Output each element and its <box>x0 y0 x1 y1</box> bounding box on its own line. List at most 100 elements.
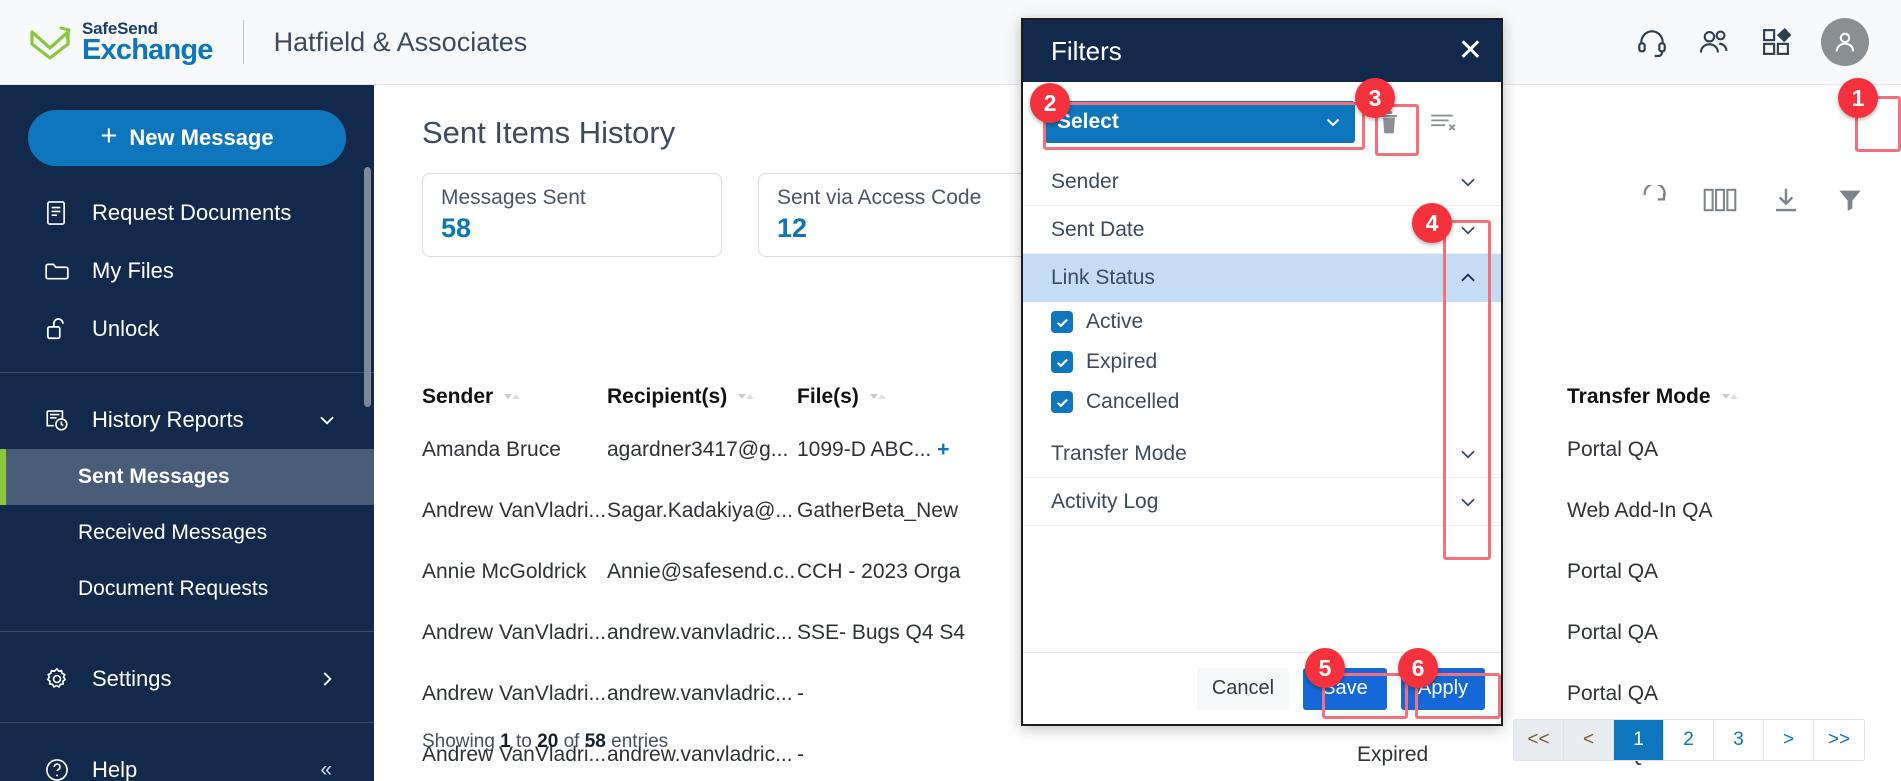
column-header-recipients[interactable]: Recipient(s) <box>607 385 797 409</box>
annotation-badge-1: 1 <box>1838 78 1878 118</box>
sidebar-item-unlock[interactable]: Unlock <box>0 300 374 358</box>
sidebar-item-my-files[interactable]: My Files <box>0 242 374 300</box>
stat-value: 58 <box>441 213 472 243</box>
filter-icon[interactable] <box>1835 185 1865 215</box>
close-icon[interactable]: ✕ <box>1458 36 1483 66</box>
annotation-badge-6: 6 <box>1398 648 1438 688</box>
cell-files: - <box>797 742 804 766</box>
sidebar-item-history-reports[interactable]: History Reports <box>0 391 374 449</box>
cell-sender: Amanda Bruce <box>422 437 561 461</box>
filters-dialog-title: Filters <box>1051 35 1122 66</box>
sidebar-scrollbar[interactable] <box>364 167 371 407</box>
pagination-page-3[interactable]: 3 <box>1714 720 1764 760</box>
sidebar-item-document-requests[interactable]: Document Requests <box>0 561 374 617</box>
filters-dialog: Filters ✕ Select Sender Sent Date Link S… <box>1021 18 1503 726</box>
filter-section-transfer-mode[interactable]: Transfer Mode <box>1023 430 1501 478</box>
sidebar-primary-group: Request Documents My Files Unlock <box>0 166 374 372</box>
sidebar-item-settings[interactable]: Settings <box>0 650 374 708</box>
chevron-up-icon <box>1457 267 1479 289</box>
sidebar-item-sent-messages[interactable]: Sent Messages <box>0 449 374 505</box>
filter-section-activity-log[interactable]: Activity Log <box>1023 478 1501 526</box>
cell-transfer-mode: Portal QA <box>1567 559 1659 583</box>
cell-recipient: Annie@safesend.c... <box>607 559 797 583</box>
headset-icon[interactable] <box>1635 25 1669 59</box>
sidebar-label: My Files <box>92 258 174 283</box>
clear-filter-icon[interactable] <box>1423 100 1463 144</box>
pagination-page-2[interactable]: 2 <box>1664 720 1714 760</box>
filter-option-cancelled[interactable]: Cancelled <box>1023 382 1501 422</box>
download-icon[interactable] <box>1771 185 1801 215</box>
new-message-label: New Message <box>129 125 274 150</box>
plus-icon: + <box>100 120 118 152</box>
sidebar-history-group: History Reports Sent Messages Received M… <box>0 373 374 631</box>
sidebar-sub-label: Received Messages <box>78 521 268 544</box>
cell-transfer-mode: Portal QA <box>1567 437 1659 461</box>
pagination-page-1[interactable]: 1 <box>1614 720 1664 760</box>
cell-sender: Andrew VanVladri... <box>422 620 607 644</box>
column-header-sender[interactable]: Sender <box>422 385 607 409</box>
document-icon <box>44 200 74 226</box>
new-message-button[interactable]: + New Message <box>28 110 346 166</box>
filter-section-sender[interactable]: Sender <box>1023 158 1501 206</box>
showing-to: 20 <box>537 731 559 752</box>
cell-sender: Annie McGoldrick <box>422 559 587 583</box>
annotation-badge-3: 3 <box>1355 78 1395 118</box>
folder-icon <box>44 260 74 282</box>
chevron-down-icon <box>1323 112 1343 132</box>
filter-option-label: Cancelled <box>1086 390 1180 413</box>
chevron-down-icon <box>1457 219 1479 241</box>
stat-value: 12 <box>777 213 808 243</box>
cell-sender: Andrew VanVladri... <box>422 681 607 705</box>
saved-filter-select-wrap: Select <box>1045 101 1355 143</box>
showing-total: 58 <box>584 731 606 752</box>
user-avatar-icon[interactable] <box>1821 18 1869 66</box>
sidebar-label: Request Documents <box>92 200 292 225</box>
filter-section-link-status[interactable]: Link Status <box>1023 254 1501 302</box>
sidebar-help-group: Help « <box>0 723 374 781</box>
sidebar-label: Settings <box>92 666 172 691</box>
cell-recipient: andrew.vanvladric... <box>607 620 793 644</box>
cancel-button[interactable]: Cancel <box>1197 667 1289 710</box>
chevron-down-icon <box>1457 171 1479 193</box>
showing-suffix: entries <box>611 731 669 752</box>
brand-logo[interactable]: SafeSend Exchange <box>28 20 213 65</box>
column-header-transfer-mode[interactable]: Transfer Mode <box>1567 385 1797 409</box>
pagination-prev[interactable]: < <box>1564 720 1614 760</box>
contacts-icon[interactable] <box>1697 25 1731 59</box>
refresh-icon[interactable] <box>1639 185 1669 215</box>
chevron-right-icon <box>316 668 338 690</box>
gear-icon <box>44 666 74 692</box>
collapse-sidebar-icon[interactable]: « <box>320 758 332 781</box>
sort-icon <box>868 390 888 404</box>
filter-section-label: Sender <box>1051 169 1119 193</box>
sidebar-nav: + New Message Request Documents My Files… <box>0 85 374 781</box>
filters-toolbar: Select <box>1023 82 1501 152</box>
filter-section-label: Activity Log <box>1051 489 1159 513</box>
stat-card-sent-via-access-code: Sent via Access Code 12 <box>758 173 1058 257</box>
saved-filter-select[interactable]: Select <box>1045 101 1355 143</box>
files-more[interactable]: + <box>937 438 949 461</box>
cell-recipient: andrew.vanvladric... <box>607 681 793 705</box>
app-root: SafeSend Exchange Hatfield & Associates <box>0 0 1901 781</box>
filter-option-label: Expired <box>1086 350 1158 373</box>
sidebar-item-received-messages[interactable]: Received Messages <box>0 505 374 561</box>
top-header-bar: SafeSend Exchange Hatfield & Associates <box>0 0 1901 85</box>
annotation-badge-5: 5 <box>1305 648 1345 688</box>
showing-of-label: of <box>563 731 580 752</box>
showing-from: 1 <box>500 731 511 752</box>
safesend-envelope-icon <box>30 26 71 60</box>
pagination-first[interactable]: << <box>1514 720 1564 760</box>
pagination-next[interactable]: > <box>1764 720 1814 760</box>
filters-dialog-header: Filters ✕ <box>1023 20 1501 82</box>
pagination: << < 1 2 3 > >> <box>1513 719 1865 761</box>
sidebar-settings-group: Settings <box>0 632 374 722</box>
filter-option-expired[interactable]: Expired <box>1023 342 1501 382</box>
sidebar-item-help[interactable]: Help « <box>0 741 374 781</box>
sidebar-item-request-documents[interactable]: Request Documents <box>0 184 374 242</box>
filter-option-active[interactable]: Active <box>1023 302 1501 342</box>
sidebar-label: Help <box>92 757 138 781</box>
columns-icon[interactable] <box>1703 187 1737 213</box>
apps-icon[interactable] <box>1759 25 1793 59</box>
annotation-badge-4: 4 <box>1412 203 1452 243</box>
pagination-last[interactable]: >> <box>1814 720 1864 760</box>
